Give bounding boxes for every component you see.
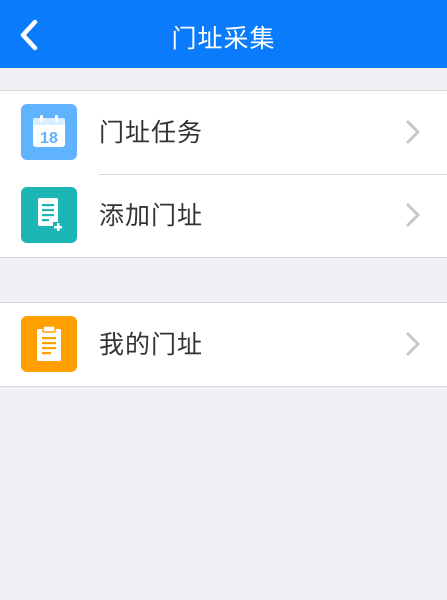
page-title: 门址采集 xyxy=(171,24,276,53)
chevron-right-icon xyxy=(406,203,420,227)
chevron-right-icon xyxy=(406,120,420,144)
menu-item-address-tasks[interactable]: 18 门址任务 xyxy=(0,91,447,174)
calendar-icon: 18 xyxy=(21,104,77,160)
calendar-date-text: 18 xyxy=(40,130,58,147)
menu-item-label: 我的门址 xyxy=(99,330,204,359)
menu-item-add-address[interactable]: 添加门址 xyxy=(0,174,447,257)
menu-item-label: 添加门址 xyxy=(99,201,204,230)
chevron-right-icon xyxy=(406,332,420,356)
menu-group-mine: 我的门址 xyxy=(0,302,447,387)
add-document-icon xyxy=(21,187,77,243)
status-bar xyxy=(0,0,447,6)
nav-bar: 门址采集 xyxy=(0,0,447,68)
menu-group-tasks: 18 门址任务 添加门址 xyxy=(0,90,447,258)
clipboard-icon xyxy=(21,316,77,372)
menu-item-my-addresses[interactable]: 我的门址 xyxy=(0,303,447,386)
menu-item-label: 门址任务 xyxy=(99,118,204,147)
